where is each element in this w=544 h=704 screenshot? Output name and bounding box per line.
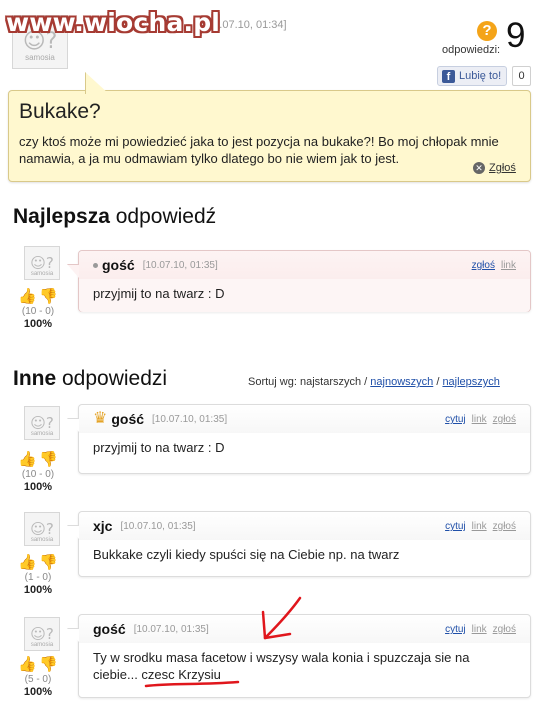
answer-text: Bukkake czyli kiedy spuści się na Ciebie…: [93, 547, 400, 562]
answer-author: ♛ gość [10.07.10, 01:35]: [93, 410, 228, 428]
avatar-caption: samosia: [30, 642, 54, 648]
best-heading-bold: Najlepsza: [13, 205, 110, 228]
vote-block: 👍 👎 (10 - 0) 100%: [15, 287, 61, 330]
answers-count: 9: [506, 16, 526, 55]
report-question-label: Zgłoś: [489, 162, 516, 174]
quote-link[interactable]: cytuj: [445, 414, 466, 425]
permalink[interactable]: link: [472, 624, 487, 635]
answer-author: gość [10.07.10, 01:35]: [93, 257, 218, 273]
avatar-placeholder-icon: ☺?: [30, 253, 54, 272]
avatar-caption: samosia: [30, 537, 54, 543]
others-heading-bold: Inne: [13, 367, 57, 390]
sort-label: Sortuj wg: najstarszych /: [248, 376, 371, 388]
answer-text: Ty w srodku masa facetow i wszysy wala k…: [93, 650, 470, 682]
other-answers-heading: Inne odpowiedzi: [13, 367, 167, 391]
answer: xjc [10.07.10, 01:35] cytuj link zgłoś B…: [67, 511, 531, 577]
thumb-down-icon[interactable]: 👎: [39, 553, 58, 571]
question-title: Bukake?: [19, 100, 101, 123]
sort-bar: Sortuj wg: najstarszych / najnowszych / …: [248, 376, 500, 388]
report-link[interactable]: zgłoś: [493, 521, 516, 532]
avatar-caption: samosia: [30, 431, 54, 437]
facebook-icon: f: [442, 69, 455, 83]
answer-date: [10.07.10, 01:35]: [152, 413, 228, 425]
thumb-down-icon[interactable]: 👎: [39, 287, 58, 305]
answer-author: gość [10.07.10, 01:35]: [93, 621, 209, 637]
avatar-caption: samosia: [25, 53, 55, 62]
vote-ratio: (10 - 0): [21, 306, 55, 317]
close-circle-icon: ✕: [473, 162, 485, 174]
question-mark-icon: ?: [477, 21, 497, 41]
thumb-up-icon[interactable]: 👍: [18, 450, 37, 468]
answer-actions: cytuj link zgłoś: [445, 624, 516, 635]
answer-text: przyjmij to na twarz : D: [93, 286, 225, 301]
vote-block: 👍 👎 (1 - 0) 100%: [15, 553, 61, 596]
bubble-tail: [67, 418, 79, 432]
vote-block: 👍 👎 (10 - 0) 100%: [15, 450, 61, 493]
vote-percent: 100%: [23, 318, 53, 330]
answer-author: xjc [10.07.10, 01:35]: [93, 518, 196, 534]
answer-actions: zgłoś link: [472, 260, 516, 271]
answer-author-name[interactable]: gość: [102, 257, 135, 273]
facebook-like-button[interactable]: f Lubię to!: [437, 66, 508, 86]
thumb-down-icon[interactable]: 👎: [39, 655, 58, 673]
question-bubble: Bukake? czy ktoś może mi powiedzieć jaka…: [8, 72, 531, 182]
answer-avatar[interactable]: ☺? samosia: [24, 406, 60, 440]
avatar-placeholder-icon: ☺?: [30, 413, 54, 432]
vote-ratio: (5 - 0): [24, 674, 52, 685]
answer-author-name[interactable]: gość: [93, 621, 126, 637]
report-link[interactable]: zgłoś: [472, 260, 495, 271]
bubble-tail: [67, 628, 79, 642]
thumb-down-icon[interactable]: 👎: [39, 450, 58, 468]
best-heading-rest: odpowiedź: [109, 205, 217, 228]
vote-ratio: (1 - 0): [24, 572, 52, 583]
answers-count-label: odpowiedzi:: [442, 44, 501, 56]
quote-link[interactable]: cytuj: [445, 624, 466, 635]
report-link[interactable]: zgłoś: [493, 624, 516, 635]
vote-block: 👍 👎 (5 - 0) 100%: [15, 655, 61, 698]
avatar-placeholder-icon: ☺?: [30, 519, 54, 538]
answer-avatar[interactable]: ☺? samosia: [24, 617, 60, 651]
status-dot-icon: [93, 262, 98, 268]
answer-date: [10.07.10, 01:35]: [133, 623, 209, 635]
report-link[interactable]: zgłoś: [493, 414, 516, 425]
others-heading-rest: odpowiedzi: [56, 367, 168, 390]
sort-newest-link[interactable]: najnowszych: [370, 376, 433, 388]
answer-date: [10.07.10, 01:35]: [142, 259, 218, 271]
question-header: ☺? samosia www.wiocha.pl n [10.07.10, 01…: [0, 0, 544, 92]
answer-author-name[interactable]: xjc: [93, 518, 112, 534]
report-question-button[interactable]: ✕ Zgłoś: [473, 162, 516, 174]
answer: gość [10.07.10, 01:35] cytuj link zgłoś …: [67, 614, 531, 698]
answer-text: przyjmij to na twarz : D: [93, 440, 225, 455]
answer: ♛ gość [10.07.10, 01:35] cytuj link zgło…: [67, 404, 531, 474]
thumb-up-icon[interactable]: 👍: [18, 553, 37, 571]
bubble-tail: [67, 525, 79, 539]
watermark: www.wiocha.pl: [6, 8, 221, 37]
best-answer-heading: Najlepsza odpowiedź: [13, 205, 216, 229]
avatar-caption: samosia: [30, 271, 54, 277]
avatar-placeholder-icon: ☺?: [30, 624, 54, 643]
vote-percent: 100%: [23, 686, 53, 698]
answer-author-name[interactable]: gość: [111, 411, 144, 427]
vote-percent: 100%: [23, 481, 53, 493]
answer-actions: cytuj link zgłoś: [445, 414, 516, 425]
answer-avatar[interactable]: ☺? samosia: [24, 512, 60, 546]
permalink[interactable]: link: [501, 260, 516, 271]
thumb-up-icon[interactable]: 👍: [18, 655, 37, 673]
bubble-tail: [67, 264, 79, 278]
vote-percent: 100%: [23, 584, 53, 596]
thumb-up-icon[interactable]: 👍: [18, 287, 37, 305]
permalink[interactable]: link: [472, 521, 487, 532]
permalink[interactable]: link: [472, 414, 487, 425]
answer-date: [10.07.10, 01:35]: [120, 520, 196, 532]
answer-actions: cytuj link zgłoś: [445, 521, 516, 532]
facebook-like-label: Lubię to!: [459, 70, 502, 82]
question-body: czy ktoś może mi powiedzieć jaka to jest…: [19, 134, 499, 166]
facebook-like-count: 0: [512, 66, 531, 86]
sort-best-link[interactable]: najlepszych: [442, 376, 499, 388]
vote-ratio: (10 - 0): [21, 469, 55, 480]
crown-icon: ♛: [93, 410, 108, 427]
best-answer: gość [10.07.10, 01:35] zgłoś link przyjm…: [67, 250, 531, 312]
quote-link[interactable]: cytuj: [445, 521, 466, 532]
answer-avatar[interactable]: ☺? samosia: [24, 246, 60, 280]
